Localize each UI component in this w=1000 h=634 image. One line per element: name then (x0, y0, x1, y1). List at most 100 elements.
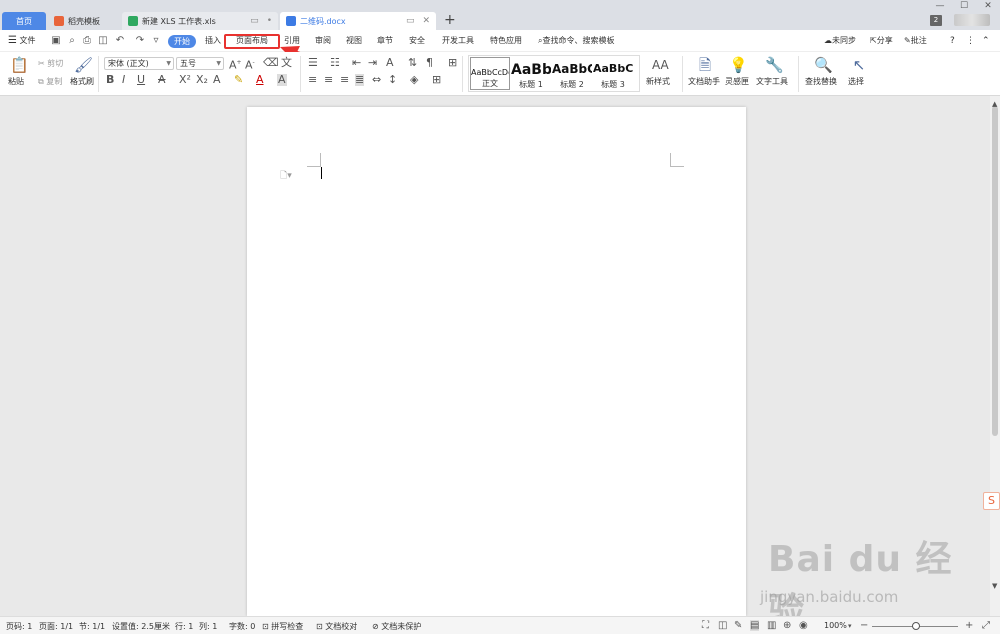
format-painter-button[interactable]: 格式刷 (70, 76, 94, 87)
status-page-code[interactable]: 页码: 1 (6, 621, 32, 632)
text-effect-icon[interactable]: A (213, 74, 221, 86)
paragraph-handle-icon[interactable]: 🗋▾ (280, 168, 292, 184)
increase-indent-icon[interactable]: ⇥ (368, 57, 377, 69)
zoom-level[interactable]: 100% (824, 621, 847, 630)
justify-icon[interactable]: ≣ (355, 74, 365, 86)
cursor-icon[interactable]: ↖ (851, 57, 867, 73)
status-page[interactable]: 页面: 1/1 (39, 621, 73, 632)
maximize-button[interactable]: ☐ (952, 0, 976, 12)
show-marks-icon[interactable]: ¶ (426, 57, 433, 69)
table-icon[interactable]: ⊞ (448, 57, 457, 69)
monitor-icon[interactable]: ▭ (406, 16, 415, 26)
status-row[interactable]: 行: 1 (175, 621, 193, 632)
new-style-icon[interactable]: AA (652, 57, 669, 73)
new-tab-button[interactable]: + (444, 13, 456, 27)
style-heading-3[interactable]: AaBbC 标题 3 (593, 57, 633, 90)
zoom-out-icon[interactable]: − (860, 620, 868, 631)
close-window-button[interactable]: ✕ (976, 0, 1000, 12)
tab-insert[interactable]: 插入 (205, 34, 221, 48)
sort-icon[interactable]: ⇅ (408, 57, 417, 69)
italic-icon[interactable]: I (122, 74, 125, 86)
wrench-icon[interactable]: 🔧 (765, 57, 784, 73)
tab-docx[interactable]: 二维码.docx ▭ ✕ (280, 12, 436, 30)
spell-check-button[interactable]: ⊡ 拼写检查 (262, 621, 303, 632)
eye-protect-icon[interactable]: ◉ (799, 620, 808, 631)
minimize-button[interactable]: — (928, 0, 952, 12)
status-section[interactable]: 节: 1/1 (79, 621, 105, 632)
font-color-icon[interactable]: A (256, 74, 264, 86)
line-spacing-icon[interactable]: ↕ (388, 74, 397, 86)
avatar[interactable] (954, 14, 990, 26)
new-style-button[interactable]: 新样式 (646, 76, 670, 87)
borders-icon[interactable]: ⊞ (432, 74, 441, 86)
export-icon[interactable]: ⌕ (66, 35, 78, 47)
paste-button[interactable]: 粘贴 (8, 76, 24, 87)
status-setting[interactable]: 设置值: 2.5厘米 (112, 621, 170, 632)
numbered-list-icon[interactable]: ☷ (330, 57, 340, 69)
paste-icon[interactable]: 📋 (10, 57, 29, 73)
doc-assistant-icon[interactable]: 🗎 (697, 57, 713, 73)
edit-icon[interactable]: ✎ (734, 620, 742, 631)
style-heading-2[interactable]: AaBbC 标题 2 (552, 57, 592, 90)
status-words[interactable]: 字数: 0 (229, 621, 255, 632)
tab-template[interactable]: 稻壳模板 (48, 12, 120, 30)
phonetic-icon[interactable]: 文 (281, 57, 292, 69)
proofread-button[interactable]: ⊡ 文档校对 (316, 621, 357, 632)
monitor-icon[interactable]: ▭ (250, 16, 259, 26)
close-icon[interactable]: ✕ (422, 16, 430, 26)
sync-status[interactable]: ☁未同步 (824, 34, 856, 48)
window-count-badge[interactable]: 2 (930, 15, 942, 26)
web-view-icon[interactable]: ⊕ (783, 620, 791, 631)
align-left-icon[interactable]: ≡ (308, 74, 317, 86)
tab-start[interactable]: 开始 (168, 35, 196, 48)
font-name-select[interactable]: 宋体 (正文) ▼ (104, 57, 174, 70)
dot-icon[interactable]: • (267, 16, 272, 26)
style-heading-1[interactable]: AaBb 标题 1 (511, 57, 551, 90)
strikethrough-icon[interactable]: A (158, 74, 166, 86)
zoom-slider-knob[interactable] (912, 622, 920, 630)
highlight-icon[interactable]: ✎ (234, 74, 243, 86)
find-replace-button[interactable]: 查找替换 (805, 76, 837, 87)
expand-icon[interactable]: ⤢ (982, 620, 990, 631)
protection-button[interactable]: ⊘ 文档未保护 (372, 621, 421, 632)
cut-button[interactable]: ✂ 剪切 (38, 58, 63, 69)
scroll-up-icon[interactable]: ▲ (992, 98, 997, 110)
superscript-icon[interactable]: X² (179, 74, 191, 86)
file-menu[interactable]: ☰ 文件 (8, 34, 36, 48)
redo-icon[interactable]: ↷ (134, 35, 146, 47)
bulb-icon[interactable]: 💡 (729, 57, 748, 73)
font-size-select[interactable]: 五号 ▼ (176, 57, 224, 70)
select-button[interactable]: 选择 (848, 76, 864, 87)
customize-icon[interactable]: ▿ (150, 35, 162, 47)
zoom-dropdown-icon[interactable]: ▾ (848, 621, 852, 632)
decrease-indent-icon[interactable]: ⇤ (352, 57, 361, 69)
copy-button[interactable]: ⧉ 复制 (38, 76, 62, 87)
command-search[interactable]: ⌕查找命令、搜索模板 (538, 34, 614, 48)
shading-icon[interactable]: ◈ (410, 74, 418, 86)
help-button[interactable]: ? (950, 34, 955, 48)
outline-view-icon[interactable]: ▥ (767, 620, 776, 631)
shrink-font-icon[interactable]: A- (245, 57, 255, 72)
undo-icon[interactable]: ↶ (114, 35, 126, 47)
zoom-in-icon[interactable]: + (965, 620, 973, 631)
bullet-list-icon[interactable]: ☰ (308, 57, 318, 69)
preview-icon[interactable]: ◫ (97, 35, 109, 47)
tab-home[interactable]: 首页 (2, 12, 46, 30)
comment-button[interactable]: ✎批注 (904, 34, 927, 48)
subscript-icon[interactable]: X₂ (196, 74, 208, 86)
tab-special[interactable]: 特色应用 (490, 34, 522, 48)
doc-assistant-button[interactable]: 文档助手 (688, 76, 720, 87)
tab-security[interactable]: 安全 (409, 34, 425, 48)
side-panel-button[interactable]: S (983, 492, 1000, 510)
read-mode-icon[interactable]: ◫ (718, 620, 727, 631)
clear-format-icon[interactable]: ⌫ (263, 57, 279, 69)
underline-icon[interactable]: U (137, 74, 145, 86)
collapse-ribbon-icon[interactable]: ⌃ (982, 34, 990, 48)
inspiration-button[interactable]: 灵感匣 (725, 76, 749, 87)
style-normal[interactable]: AaBbCcDd 正文 (470, 57, 510, 90)
char-shading-icon[interactable]: A (277, 74, 287, 86)
align-center-icon[interactable]: ≡ (324, 74, 333, 86)
text-tools-button[interactable]: 文字工具 (756, 76, 788, 87)
find-icon[interactable]: 🔍 (814, 57, 833, 73)
chinese-layout-icon[interactable]: A (386, 57, 394, 69)
